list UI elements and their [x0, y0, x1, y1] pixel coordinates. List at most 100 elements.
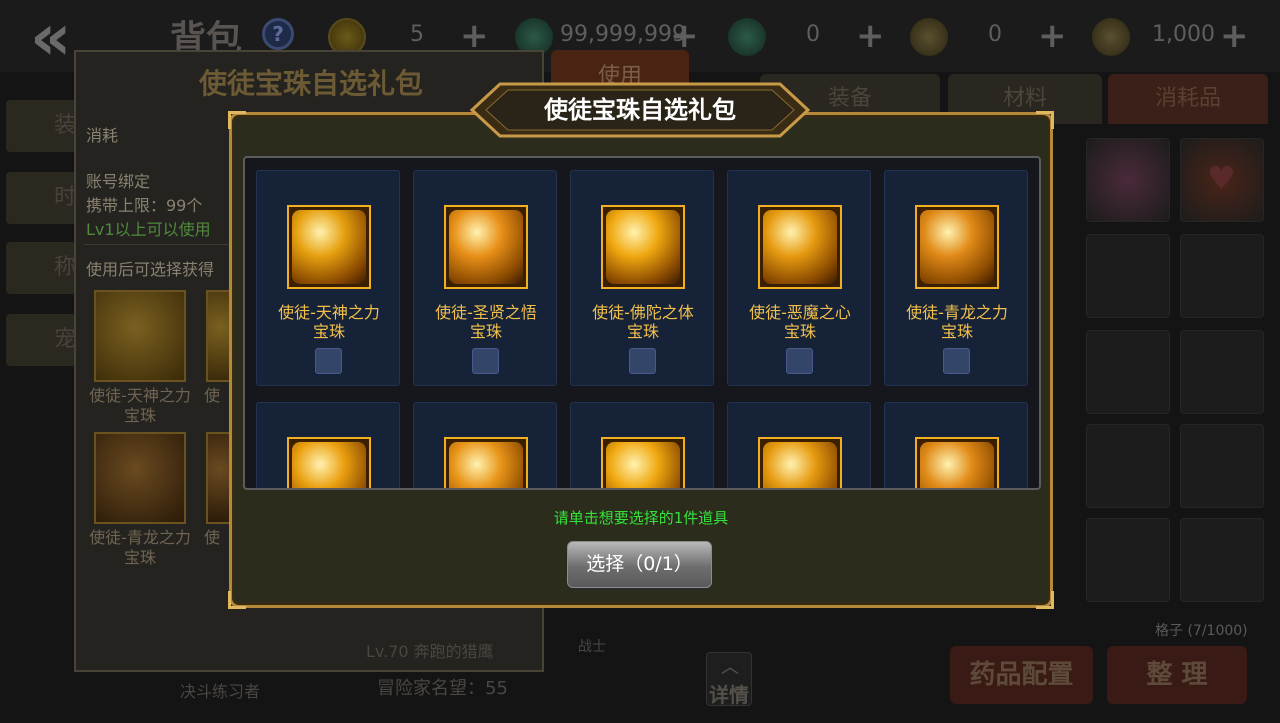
item-name-line2: 宝珠	[312, 322, 345, 341]
currency-value: 0	[988, 22, 1002, 47]
item-card-label: 使徒-天神之力 宝珠	[257, 303, 401, 341]
item-card[interactable]	[727, 402, 871, 488]
orb-icon-frame	[444, 205, 528, 289]
orb-icon-frame	[758, 437, 842, 488]
item-checkbox[interactable]	[943, 348, 970, 374]
orb-icon-frame	[444, 437, 528, 488]
item-card[interactable]	[256, 402, 400, 488]
chevron-up-icon: ︿	[721, 657, 739, 678]
apostle-orb-icon	[449, 442, 523, 488]
apostle-orb-icon	[763, 210, 837, 284]
orb-icon-frame	[915, 437, 999, 488]
item-checkbox[interactable]	[629, 348, 656, 374]
item-name-line2: 宝珠	[469, 322, 502, 341]
inventory-slot[interactable]	[1180, 424, 1264, 508]
item-checkbox[interactable]	[786, 348, 813, 374]
orb-icon-frame	[287, 205, 371, 289]
sort-button[interactable]: 整 理	[1107, 646, 1247, 704]
add-currency-button[interactable]: +	[856, 16, 885, 56]
ticket-icon	[1092, 18, 1130, 56]
selection-hint: 请单击想要选择的1件道具	[553, 509, 729, 527]
potion-config-button[interactable]: 药品配置	[950, 646, 1093, 704]
frame-corner	[228, 591, 246, 609]
apostle-orb-icon	[292, 442, 366, 488]
currency-value: 99,999,999	[560, 22, 686, 47]
item-choice-grid[interactable]: 使徒-天神之力 宝珠 使徒-圣贤之悟 宝珠 使徒-佛陀之体 宝珠 使徒-恶魔之心 宝珠 使徒-青…	[243, 156, 1041, 490]
inventory-slot[interactable]	[1180, 234, 1264, 318]
side-tab-1[interactable]: 装	[6, 100, 76, 152]
item-name-line2: 宝珠	[626, 322, 659, 341]
item-checkbox[interactable]	[472, 348, 499, 374]
item-card[interactable]: 使徒-青龙之力 宝珠	[884, 170, 1028, 386]
double-chevron-left-icon: «	[30, 1, 72, 75]
inventory-slot[interactable]	[1086, 330, 1170, 414]
dialog-title: 使徒宝珠自选礼包	[544, 96, 736, 124]
item-card-label: 使徒-恶魔之心 宝珠	[728, 303, 872, 341]
dialog-title-banner: 使徒宝珠自选礼包	[470, 80, 810, 140]
orb-icon-frame	[601, 437, 685, 488]
job-label: 战士	[578, 639, 606, 655]
question-icon[interactable]: ?	[262, 18, 294, 50]
apostle-orb-icon	[606, 442, 680, 488]
character-name: 决斗练习者	[180, 682, 261, 701]
inventory-slot[interactable]	[1086, 518, 1170, 602]
level-requirement: Lv1以上可以使用	[86, 220, 211, 239]
currency-locked-gem: 0 +	[728, 14, 888, 58]
preview-item-label: 使徒-青龙之力宝珠	[89, 528, 191, 567]
side-tab-3[interactable]: 称	[6, 242, 76, 294]
orb-icon-frame	[758, 205, 842, 289]
tab-consumables[interactable]: 消耗品	[1108, 74, 1268, 124]
apostle-orb-icon	[292, 210, 366, 284]
divider	[84, 244, 234, 245]
reputation-text: 冒险家名望：55	[377, 678, 508, 699]
inventory-slot[interactable]	[1180, 518, 1264, 602]
inventory-slot[interactable]: ♥	[1180, 138, 1264, 222]
item-card[interactable]: 使徒-佛陀之体 宝珠	[570, 170, 714, 386]
item-card[interactable]: 使徒-恶魔之心 宝珠	[727, 170, 871, 386]
item-card[interactable]: 使徒-圣贤之悟 宝珠	[413, 170, 557, 386]
apostle-orb-icon	[920, 442, 994, 488]
item-category: 消耗	[86, 126, 119, 145]
item-name-line1: 使徒-恶魔之心	[749, 303, 851, 322]
currency-bronze: 0 +	[910, 14, 1070, 58]
item-card[interactable]	[570, 402, 714, 488]
frame-corner	[1036, 591, 1054, 609]
apostle-orb-icon	[920, 210, 994, 284]
preview-item-icon	[94, 432, 186, 524]
level-info: Lv.70 奔跑的猎鹰	[366, 642, 494, 661]
orb-icon-frame	[287, 437, 371, 488]
add-currency-button[interactable]: +	[1038, 16, 1067, 56]
inventory-slot[interactable]	[1086, 424, 1170, 508]
inventory-slot[interactable]	[1180, 330, 1264, 414]
preview-item-label: 使	[203, 528, 220, 547]
currency-ticket: 1,000 +	[1092, 14, 1262, 58]
bronze-coin-icon	[910, 18, 948, 56]
side-tab-4[interactable]: 宠	[6, 314, 76, 366]
preview-item-label: 使徒-天神之力宝珠	[89, 386, 191, 425]
side-tab-2[interactable]: 时	[6, 172, 76, 224]
item-name-line1: 使徒-圣贤之悟	[435, 303, 537, 322]
item-checkbox[interactable]	[315, 348, 342, 374]
currency-value: 0	[806, 22, 820, 47]
item-name-line2: 宝珠	[940, 322, 973, 341]
details-button[interactable]: ︿ 详情	[706, 652, 752, 707]
add-currency-button[interactable]: +	[1220, 16, 1249, 56]
carry-limit: 携带上限：99个	[86, 196, 203, 215]
slot-count: 格子 (7/1000)	[1155, 623, 1248, 639]
item-name-line1: 使徒-天神之力	[278, 303, 380, 322]
item-card[interactable]	[884, 402, 1028, 488]
apostle-orb-icon	[763, 442, 837, 488]
item-name-line1: 使徒-佛陀之体	[592, 303, 694, 322]
inventory-slot[interactable]	[1086, 234, 1170, 318]
inventory-slot[interactable]	[1086, 138, 1170, 222]
item-card[interactable]: 使徒-天神之力 宝珠	[256, 170, 400, 386]
preview-item-label: 使	[203, 386, 220, 405]
item-card[interactable]	[413, 402, 557, 488]
frame-corner	[228, 111, 246, 129]
select-button[interactable]: 选择（0/1）	[567, 541, 712, 588]
orb-icon-frame	[915, 205, 999, 289]
item-name-line2: 宝珠	[783, 322, 816, 341]
apostle-orb-icon	[449, 210, 523, 284]
item-binding: 账号绑定	[86, 172, 151, 191]
item-name-line1: 使徒-青龙之力	[906, 303, 1008, 322]
